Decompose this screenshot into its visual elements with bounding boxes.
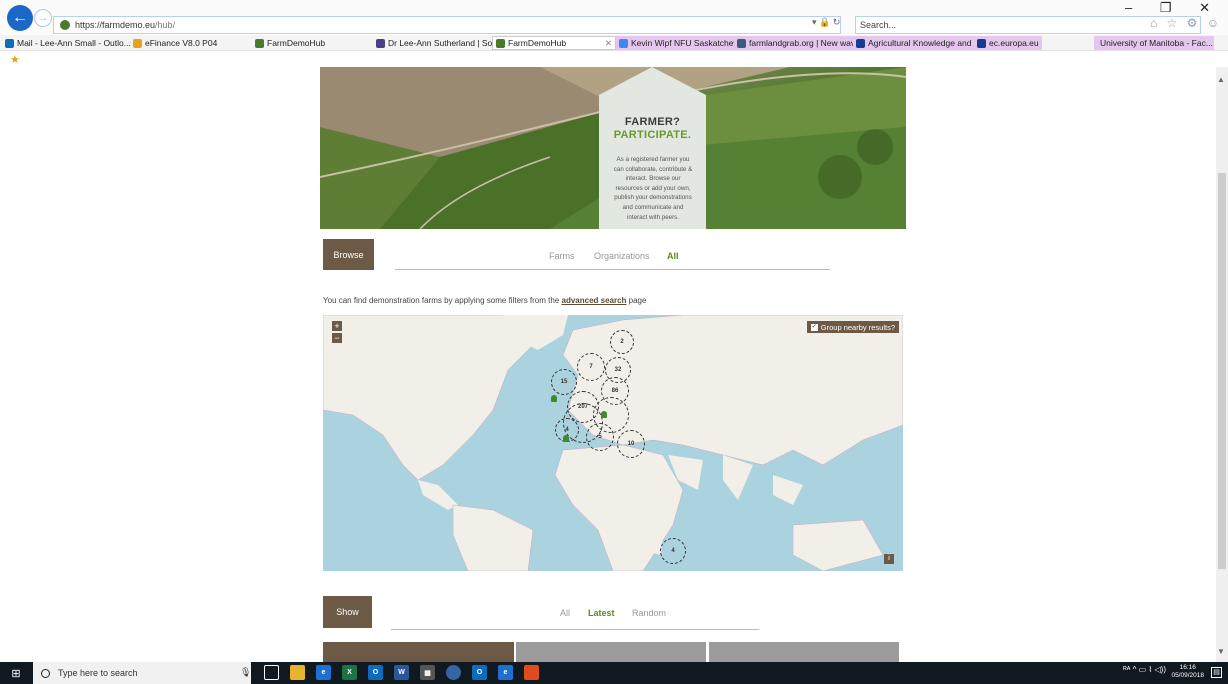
- scroll-down-icon[interactable]: ▼: [1217, 647, 1225, 656]
- tab-outlook[interactable]: Mail - Lee-Ann Small - Outlo...: [2, 36, 134, 50]
- tab-farmdemohub-1[interactable]: FarmDemoHub: [252, 36, 328, 50]
- latest-card[interactable]: [323, 642, 514, 662]
- browse-button[interactable]: Browse: [323, 239, 374, 270]
- scroll-thumb[interactable]: [1218, 173, 1226, 569]
- calculator-icon[interactable]: ▦: [420, 665, 435, 680]
- tab-ec-europa[interactable]: ec.europa.eu: [974, 36, 1042, 50]
- page-scrollbar[interactable]: ▲ ▼: [1216, 67, 1228, 662]
- farm-marker-icon[interactable]: [563, 435, 569, 442]
- windows-taskbar: ⊞ Type here to search 🎙 e X O W ▦ O e ᴿᴬ…: [0, 662, 1228, 684]
- eu-icon: [856, 38, 865, 48]
- navigation-bar: ← → https://farmdemo.eu/hub/ ▾ 🔒 ↻ Searc…: [0, 0, 1228, 34]
- word-icon[interactable]: W: [394, 665, 409, 680]
- tab-farmlandgrab[interactable]: farmlandgrab.org | New wav...: [734, 36, 865, 50]
- map-info-button[interactable]: i: [884, 554, 894, 564]
- farmer-card-roof: [599, 67, 706, 95]
- url-prefix: https://: [75, 20, 103, 30]
- taskbar-clock[interactable]: 16:16 05/09/2018: [1171, 664, 1204, 680]
- checkbox-checked-icon[interactable]: ✓: [810, 323, 818, 331]
- zoom-out-button[interactable]: −: [332, 333, 342, 343]
- farmdemohub-icon: [496, 38, 505, 48]
- microphone-icon[interactable]: 🎙: [240, 667, 251, 678]
- outlook-icon[interactable]: O: [472, 665, 487, 680]
- tab-efinance[interactable]: eFinance V8.0 P04: [130, 36, 220, 50]
- windows-start-icon[interactable]: ⊞: [0, 662, 32, 684]
- browse-tabs: Farms Organizations All: [395, 251, 830, 270]
- file-explorer-icon[interactable]: [290, 665, 305, 680]
- group-results-checkbox[interactable]: ✓ Group nearby results?: [806, 321, 899, 333]
- scroll-up-icon[interactable]: ▲: [1217, 75, 1225, 84]
- map-cluster[interactable]: 10: [617, 430, 645, 458]
- efinance-icon: [133, 38, 142, 48]
- acrobat-icon[interactable]: [524, 665, 539, 680]
- map-cluster-ring[interactable]: [593, 397, 629, 433]
- tab-sutherland[interactable]: Dr Lee-Ann Sutherland | Soci...: [373, 36, 509, 50]
- advanced-search-link[interactable]: advanced search: [562, 296, 627, 305]
- internet-explorer-icon[interactable]: e: [316, 665, 331, 680]
- farm-marker-icon[interactable]: [551, 395, 557, 402]
- participate-link[interactable]: PARTICIPATE.: [599, 129, 706, 141]
- outlook-icon[interactable]: O: [368, 665, 383, 680]
- excel-icon[interactable]: X: [342, 665, 357, 680]
- url-path: /hub/: [155, 20, 176, 30]
- tab-farmdemohub-active[interactable]: FarmDemoHub ✕: [492, 36, 616, 50]
- farms-map[interactable]: + − ✓ Group nearby results? 2 7 32 15 86…: [323, 315, 903, 571]
- farmdemohub-icon: [255, 38, 264, 48]
- tab-latest[interactable]: Latest: [588, 608, 615, 618]
- system-tray-icons[interactable]: ᴿᴬ ^ ▭ ⌇ ◁)): [1123, 665, 1166, 674]
- outlook-icon: [5, 38, 14, 48]
- tab-organizations[interactable]: Organizations: [594, 251, 650, 261]
- globe-icon: [737, 38, 746, 48]
- tab-show-all[interactable]: All: [560, 608, 570, 618]
- favorites-star-icon[interactable]: ★: [10, 53, 20, 66]
- cortana-icon: [41, 668, 50, 678]
- command-bar: [0, 52, 1228, 67]
- farm-marker-icon[interactable]: [601, 411, 607, 418]
- farmer-description: As a registered farmer you can collabora…: [613, 156, 693, 221]
- edge-icon[interactable]: e: [498, 665, 513, 680]
- map-cluster[interactable]: 4: [660, 538, 686, 564]
- world-map-land: [323, 315, 903, 571]
- map-cluster[interactable]: 2: [610, 330, 634, 354]
- window-controls[interactable]: – ❐ ✕: [1125, 0, 1222, 16]
- site-favicon-icon: [60, 20, 70, 30]
- map-cluster[interactable]: 15: [551, 369, 577, 395]
- taskbar-search[interactable]: Type here to search: [33, 662, 251, 684]
- tab-university-manitoba[interactable]: University of Manitoba - Fac...: [1094, 36, 1214, 50]
- url-host: farmdemo.eu: [102, 20, 156, 30]
- zoom-in-button[interactable]: +: [332, 321, 342, 331]
- back-arrow-icon[interactable]: ←: [7, 5, 33, 31]
- latest-card[interactable]: [709, 642, 899, 662]
- tab-random[interactable]: Random: [632, 608, 666, 618]
- latest-card[interactable]: [516, 642, 706, 662]
- farmer-title: FARMER?: [624, 116, 681, 128]
- tab-agricultural-knowledge[interactable]: Agricultural Knowledge and ...: [853, 36, 984, 50]
- eu-icon: [977, 38, 986, 48]
- profile-icon: [376, 38, 385, 48]
- forward-arrow-icon[interactable]: →: [34, 9, 52, 27]
- tab-farms[interactable]: Farms: [549, 251, 575, 261]
- address-bar-icons[interactable]: ▾ 🔒 ↻: [812, 17, 840, 28]
- show-button[interactable]: Show: [323, 596, 372, 628]
- app-icon[interactable]: [446, 665, 461, 680]
- map-cluster[interactable]: 7: [577, 353, 605, 381]
- show-tabs: All Latest Random: [391, 608, 759, 630]
- task-view-icon[interactable]: [264, 665, 279, 680]
- advanced-search-hint: You can find demonstration farms by appl…: [323, 296, 647, 305]
- google-icon: [619, 38, 628, 48]
- browser-chrome: ← → https://farmdemo.eu/hub/ ▾ 🔒 ↻ Searc…: [0, 0, 1228, 67]
- notification-icon[interactable]: ▤: [1211, 667, 1222, 678]
- tab-all[interactable]: All: [667, 251, 679, 261]
- close-tab-icon[interactable]: ✕: [605, 38, 612, 49]
- tabs-and-favorites-bar: Mail - Lee-Ann Small - Outlo... eFinance…: [0, 35, 1228, 51]
- browser-toolbar-icons[interactable]: ⌂ ☆ ⚙ ☺: [1150, 16, 1222, 30]
- address-bar[interactable]: https://farmdemo.eu/hub/: [53, 16, 841, 34]
